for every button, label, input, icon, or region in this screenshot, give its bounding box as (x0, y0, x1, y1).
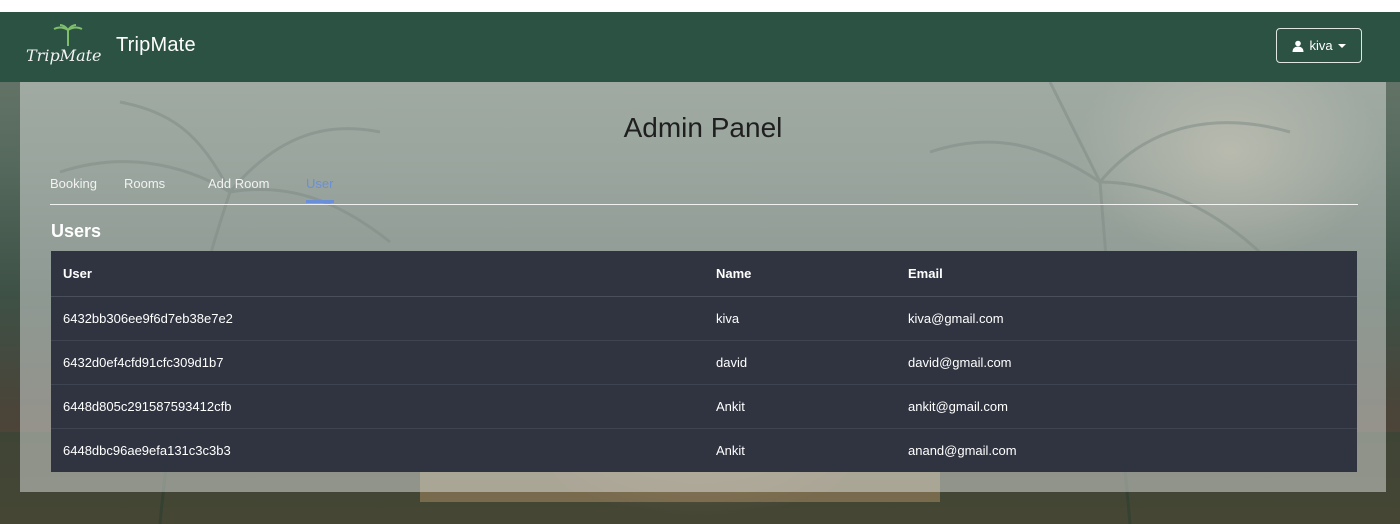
table-header-row: User Name Email (51, 251, 1357, 297)
tab-rooms[interactable]: Rooms (124, 176, 165, 191)
table-row[interactable]: 6448dbc96ae9efa131c3c3b3 Ankit anand@gma… (51, 428, 1357, 472)
cell-name: kiva (704, 296, 896, 341)
tab-user[interactable]: User (306, 176, 333, 191)
active-tab-indicator (306, 200, 334, 203)
cell-email: kiva@gmail.com (896, 296, 1357, 341)
tab-add-room[interactable]: Add Room (208, 176, 269, 191)
caret-down-icon (1337, 43, 1346, 48)
brand-name[interactable]: TripMate (116, 34, 196, 57)
cell-email: anand@gmail.com (908, 442, 1017, 458)
tab-booking[interactable]: Booking (50, 176, 97, 191)
admin-panel: Admin Panel Booking Rooms Add Room User … (20, 82, 1386, 492)
users-section-title: Users (51, 221, 102, 241)
user-menu-button[interactable]: kiva (1276, 28, 1362, 63)
page-title: Admin Panel (623, 112, 783, 143)
cell-user-id: 6432bb306ee9f6d7eb38e7e2 (51, 296, 704, 341)
cell-name: Ankit (704, 384, 896, 429)
cell-user-id: 6432d0ef4cfd91cfc309d1b7 (51, 340, 704, 385)
table-row[interactable]: 6432bb306ee9f6d7eb38e7e2 kiva kiva@gmail… (51, 296, 1357, 341)
user-menu-label: kiva (1309, 38, 1333, 53)
brand-logo[interactable]: TripMate (26, 24, 102, 72)
column-header-name: Name (704, 251, 896, 297)
palm-icon (53, 24, 83, 47)
cell-user-id: 6448d805c291587593412cfb (51, 384, 704, 429)
admin-tabs: Booking Rooms Add Room User (50, 176, 1358, 205)
brand-logo-text: TripMate (26, 46, 102, 65)
cell-user-id: 6448dbc96ae9efa131c3c3b3 (63, 442, 231, 458)
column-header-user: User (51, 251, 704, 297)
users-table: User Name Email 6432bb306ee9f6d7eb38e7e2… (51, 251, 1357, 472)
column-header-email: Email (896, 251, 1357, 297)
cell-email: david@gmail.com (896, 340, 1357, 385)
top-navbar: TripMate TripMate kiva (0, 12, 1400, 82)
table-row[interactable]: 6448d805c291587593412cfb Ankit ankit@gma… (51, 384, 1357, 429)
cell-name: Ankit (716, 442, 745, 458)
user-icon (1292, 40, 1304, 52)
cell-name: david (704, 340, 896, 385)
cell-email: ankit@gmail.com (896, 384, 1357, 429)
table-row[interactable]: 6432d0ef4cfd91cfc309d1b7 david david@gma… (51, 340, 1357, 385)
page: TripMate TripMate kiva Admin Panel Booki… (0, 0, 1400, 524)
